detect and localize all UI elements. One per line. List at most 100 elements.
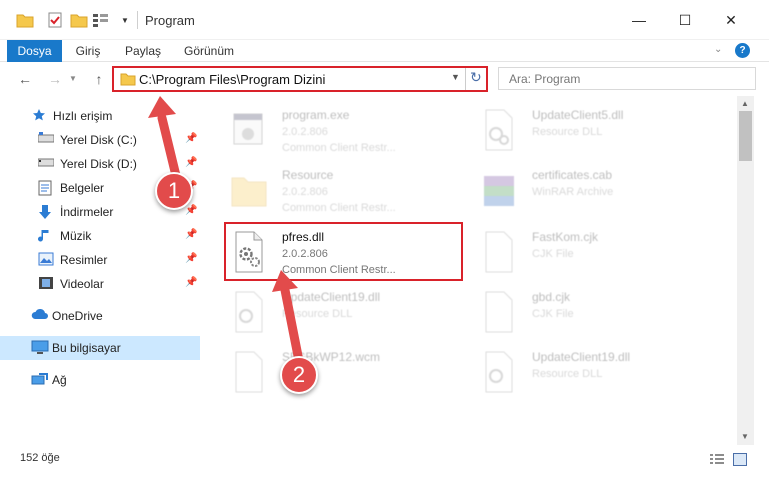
sidebar-item-label: Resimler	[60, 253, 108, 267]
file-item[interactable]: UpdateClient19.dll Resource DLL	[222, 284, 452, 340]
sidebar-item-this-pc[interactable]: Bu bilgisayar	[0, 336, 200, 360]
file-name: FastKom.cjk	[532, 230, 599, 244]
expand-ribbon-icon[interactable]: ⌄	[714, 44, 722, 55]
file-name: UpdateClient19.dll	[532, 350, 631, 364]
dll-icon	[480, 108, 518, 152]
sidebar-item-label: İndirmeler	[60, 205, 114, 219]
folder-icon[interactable]	[16, 11, 34, 29]
file-name: gbd.cjk	[532, 290, 571, 304]
pin-icon[interactable]: 📌	[185, 205, 197, 216]
pin-icon[interactable]: 📌	[185, 253, 197, 264]
file-item[interactable]: UpdateClient19.dll Resource DLL	[472, 344, 702, 400]
pin-icon[interactable]: 📌	[185, 277, 197, 288]
file-version: WinRAR Archive	[532, 186, 614, 198]
file-item[interactable]: gbd.cjk CJK File	[472, 284, 702, 340]
callout-2: 2	[280, 356, 318, 394]
file-item[interactable]: SFSBkWP12.wcm	[222, 344, 452, 400]
details-view-icon[interactable]	[710, 454, 724, 466]
archive-icon	[480, 168, 518, 212]
video-icon	[38, 276, 54, 292]
address-path[interactable]: C:\Program Files\Program Dizini	[139, 72, 325, 87]
file-version: CJK File	[532, 308, 574, 320]
file-icon	[480, 230, 518, 274]
help-icon[interactable]: ?	[735, 43, 750, 58]
window-title: Program	[145, 13, 195, 28]
download-icon	[38, 204, 54, 220]
scroll-up-icon[interactable]: ▲	[741, 99, 749, 108]
item-count: 152 öğe	[20, 452, 60, 464]
sidebar-item-network[interactable]: Ağ	[0, 368, 200, 392]
search-placeholder: Ara: Program	[509, 72, 581, 86]
up-arrow-icon[interactable]: ↑	[90, 69, 108, 89]
tab-file[interactable]: Dosya	[7, 40, 62, 62]
sidebar-item-onedrive[interactable]: OneDrive	[0, 304, 200, 328]
file-name: Resource	[282, 168, 334, 182]
file-version: Resource DLL	[282, 308, 353, 320]
refresh-icon[interactable]: ↻	[470, 69, 482, 86]
title-bar: ▼ Program — ☐ ✕	[0, 0, 769, 40]
file-name: UpdateClient19.dll	[282, 290, 381, 304]
file-version: 2.0.2.806	[282, 126, 328, 138]
highlight-box	[224, 222, 463, 281]
navigation-pane: Hızlı erişim Yerel Disk (C:) 📌 Yerel Dis…	[0, 100, 206, 445]
scroll-thumb[interactable]	[739, 111, 752, 161]
file-icon	[480, 290, 518, 334]
pin-icon[interactable]: 📌	[185, 133, 197, 144]
vertical-scrollbar[interactable]: ▲ ▼	[737, 96, 754, 445]
music-icon	[38, 228, 54, 244]
pin-icon[interactable]: 📌	[185, 157, 197, 168]
sidebar-item-label: Belgeler	[60, 181, 105, 195]
network-icon	[31, 372, 48, 388]
address-dropdown-icon[interactable]: ▼	[451, 72, 460, 82]
file-item[interactable]: UpdateClient5.dll Resource DLL	[472, 102, 702, 158]
sidebar-item-label: Müzik	[60, 229, 92, 243]
minimize-button[interactable]: —	[624, 8, 654, 32]
sidebar-item-quick-access[interactable]: Hızlı erişim	[0, 104, 200, 128]
file-version: Resource DLL	[532, 368, 603, 380]
tab-share[interactable]: Paylaş	[118, 40, 168, 62]
sidebar-item-pictures[interactable]: Resimler 📌	[0, 248, 200, 272]
star-icon	[32, 108, 48, 124]
file-item[interactable]: FastKom.cjk CJK File	[472, 224, 702, 280]
file-item[interactable]: Resource 2.0.2.806 Common Client Restr..…	[222, 162, 452, 218]
file-version: CJK File	[532, 248, 574, 260]
file-item[interactable]: program.exe 2.0.2.806 Common Client Rest…	[222, 102, 452, 158]
sidebar-item-label: Bu bilgisayar	[52, 341, 121, 355]
file-version: Resource DLL	[532, 126, 603, 138]
maximize-button[interactable]: ☐	[670, 8, 700, 32]
file-name: program.exe	[282, 108, 350, 122]
cloud-icon	[31, 308, 48, 324]
scroll-down-icon[interactable]: ▼	[741, 432, 749, 441]
sidebar-item-local-disk-c[interactable]: Yerel Disk (C:) 📌	[0, 128, 200, 152]
dll-icon	[480, 350, 518, 394]
search-input[interactable]: Ara: Program	[498, 67, 756, 90]
close-button[interactable]: ✕	[716, 8, 746, 32]
folder-icon	[230, 168, 268, 212]
forward-arrow-icon[interactable]: →	[46, 69, 64, 89]
file-version: 2.0.2.806	[282, 186, 328, 198]
ribbon: Dosya Giriş Paylaş Görünüm ⌄ ?	[0, 40, 769, 62]
toolbar-divider	[137, 11, 138, 29]
properties-icon[interactable]	[92, 11, 110, 29]
customize-dropdown-icon[interactable]: ▼	[120, 11, 130, 29]
status-bar: 152 öğe	[0, 448, 769, 470]
file-item[interactable]: certificates.cab WinRAR Archive	[472, 162, 702, 218]
pictures-icon	[38, 252, 54, 268]
sidebar-item-music[interactable]: Müzik 📌	[0, 224, 200, 248]
checkmark-icon[interactable]	[47, 11, 63, 29]
navigation-bar: ← → ▼ ↑ C:\Program Files\Program Dizini …	[0, 62, 769, 96]
pin-icon[interactable]: 📌	[185, 229, 197, 240]
sidebar-item-label: OneDrive	[52, 309, 103, 323]
back-arrow-icon[interactable]: ←	[16, 69, 34, 89]
address-bar[interactable]: C:\Program Files\Program Dizini ▼ ↻	[112, 66, 488, 92]
tab-home[interactable]: Giriş	[66, 40, 110, 62]
file-list: program.exe 2.0.2.806 Common Client Rest…	[206, 100, 736, 445]
tab-view[interactable]: Görünüm	[178, 40, 240, 62]
sidebar-item-label: Hızlı erişim	[53, 109, 113, 123]
large-icons-view-icon[interactable]	[733, 453, 747, 466]
new-folder-icon[interactable]	[70, 11, 88, 29]
address-divider	[465, 68, 466, 90]
sidebar-item-videos[interactable]: Videolar 📌	[0, 272, 200, 296]
dll-icon	[230, 290, 268, 334]
recent-locations-icon[interactable]: ▼	[68, 69, 78, 89]
